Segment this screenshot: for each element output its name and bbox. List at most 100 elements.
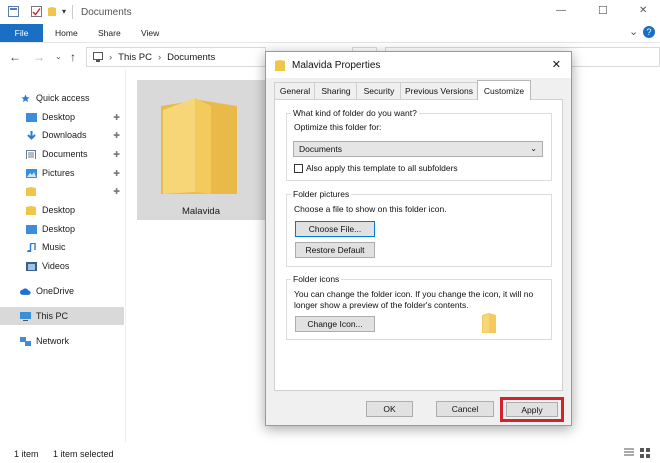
title-separator [72,5,73,19]
tab-general[interactable]: General [274,82,316,99]
nav-item-onedrive[interactable]: OneDrive [0,282,124,300]
music-icon [27,242,36,252]
pc-icon [20,311,31,321]
pin-icon[interactable]: ✚ [113,150,120,159]
nav-label: Music [42,242,66,252]
folder-pictures-group-label: Folder pictures [291,189,352,199]
checkbox-icon[interactable] [31,6,42,17]
explorer-title-bar: ▾ Documents — ☐ ✕ [0,0,660,24]
folder-pictures-description: Choose a file to show on this folder ico… [294,204,447,214]
minimize-button[interactable]: — [556,5,566,16]
forward-button[interactable]: → [33,50,45,64]
folder-type-group-label: What kind of folder do you want? [291,108,419,118]
apply-subfolders-label: Also apply this template to all subfolde… [306,163,458,173]
pictures-icon [26,168,37,178]
nav-item-pictures[interactable]: Pictures ✚ [0,164,124,182]
navigation-pane: Quick access Desktop ✚ Downloads ✚ Docum… [0,80,124,440]
dialog-close-button[interactable]: ✕ [552,58,561,71]
customize-panel: What kind of folder do you want? Optimiz… [274,99,563,391]
recent-locations-icon[interactable]: ⌄ [55,52,62,61]
dialog-title: Malavida Properties [292,59,381,71]
help-icon[interactable]: ? [643,26,655,38]
breadcrumb-documents[interactable]: Documents [167,52,215,63]
breadcrumb-this-pc[interactable]: This PC [118,52,152,63]
breadcrumb-separator-icon: › [109,51,113,63]
apply-subfolders-checkbox[interactable] [294,164,303,173]
nav-label: OneDrive [36,286,75,296]
breadcrumb-separator-icon: › [157,51,162,63]
window-title: Documents [81,7,132,18]
ok-button[interactable]: OK [366,401,413,417]
item-count: 1 item [14,449,39,459]
nav-item-desktop[interactable]: Desktop ✚ [0,108,124,126]
optimize-select[interactable]: Documents ⌄ [293,141,543,157]
folder-icon [26,186,36,196]
expand-ribbon-icon[interactable]: ⌄ [629,25,638,38]
cloud-icon [20,287,31,295]
nav-label: Desktop [42,112,76,122]
nav-label: This PC [36,311,69,321]
address-bar[interactable]: › This PC › Documents [86,47,266,67]
nav-label: Network [36,336,70,346]
choose-file-button[interactable]: Choose File... [295,221,375,237]
nav-item-downloads[interactable]: Downloads ✚ [0,126,124,144]
tab-sharing[interactable]: Sharing [314,82,358,99]
nav-label: Quick access [36,93,90,103]
nav-item-desktop-2[interactable]: Desktop [0,220,124,238]
details-view-icon[interactable] [624,448,634,458]
back-button[interactable]: ← [9,50,21,64]
dialog-title-bar: Malavida Properties ✕ [266,52,571,78]
tab-previous-versions[interactable]: Previous Versions [400,82,478,99]
properties-icon[interactable] [8,6,19,17]
close-button[interactable]: ✕ [639,5,647,16]
nav-label: Pictures [42,168,75,178]
nav-item-desktop-folder[interactable]: Desktop [0,201,124,219]
pin-icon[interactable]: ✚ [113,113,120,122]
desktop-icon [26,112,37,122]
nav-label: Desktop [42,205,76,215]
ribbon-tab-view[interactable]: View [141,24,159,42]
folder-icons-description-line2: longer show a preview of the folder's co… [294,300,469,310]
restore-default-button[interactable]: Restore Default [295,242,375,258]
nav-item-documents[interactable]: Documents ✚ [0,145,124,163]
pc-small-icon [93,52,103,62]
ribbon-tab-home[interactable]: Home [55,24,78,42]
nav-label: Downloads [42,130,87,140]
up-button[interactable]: ↑ [70,50,76,64]
nav-item-music[interactable]: Music [0,238,124,256]
change-icon-button[interactable]: Change Icon... [295,316,375,332]
optimize-select-value: Documents [299,144,342,154]
chevron-down-icon: ⌄ [530,144,537,153]
optimize-label: Optimize this folder for: [294,122,382,132]
folder-type-group: What kind of folder do you want? Optimiz… [286,108,552,181]
pin-icon[interactable]: ✚ [113,131,120,140]
apply-button[interactable]: Apply [506,402,558,417]
maximize-button[interactable]: ☐ [598,4,608,17]
quick-access-dropdown-icon[interactable]: ▾ [62,7,66,16]
ribbon-tab-file[interactable]: File [0,24,43,42]
ribbon-tab-share[interactable]: Share [98,24,121,42]
new-folder-icon[interactable] [47,6,57,17]
folder-preview-icon [482,313,496,333]
nav-item-folder[interactable]: ✚ [0,182,124,200]
nav-item-quick-access[interactable]: Quick access [0,89,124,107]
nav-item-videos[interactable]: Videos [0,257,124,275]
desktop-icon [26,224,37,234]
pin-icon[interactable]: ✚ [113,169,120,178]
selected-count: 1 item selected [53,449,114,459]
tab-security[interactable]: Security [356,82,402,99]
nav-label: Videos [42,261,70,271]
nav-item-network[interactable]: Network [0,332,124,350]
folder-icons-group: Folder icons You can change the folder i… [286,274,552,340]
folder-icon [275,59,285,71]
properties-dialog: Malavida Properties ✕ General Sharing Se… [265,51,572,426]
folder-pictures-group: Folder pictures Choose a file to show on… [286,189,552,267]
nav-item-this-pc[interactable]: This PC [0,307,124,325]
pin-icon[interactable]: ✚ [113,187,120,196]
network-icon [20,336,31,346]
tab-customize[interactable]: Customize [477,80,531,100]
folder-tile[interactable]: Malavida [137,80,265,220]
cancel-button[interactable]: Cancel [436,401,494,417]
large-icons-view-icon[interactable] [640,448,650,458]
folder-icons-description-line1: You can change the folder icon. If you c… [294,289,534,299]
